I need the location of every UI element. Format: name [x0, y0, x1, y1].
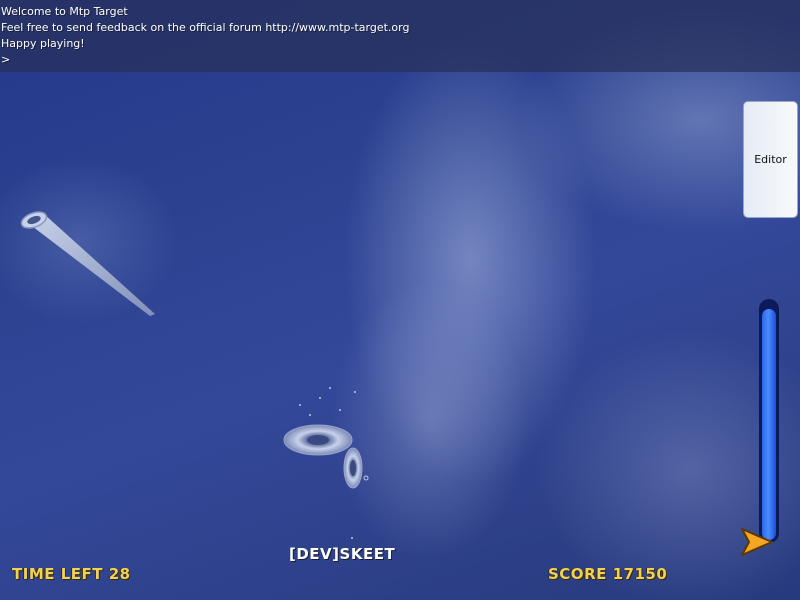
launch-ramp — [20, 211, 155, 316]
sparkle-particles — [299, 387, 369, 539]
player-name-label: [DEV]SKEET — [289, 545, 396, 563]
console-line: Welcome to Mtp Target — [1, 5, 128, 18]
speed-bar — [760, 300, 778, 542]
time-left-label: TIME LEFT 28 — [12, 565, 131, 583]
console-line: Happy playing! — [1, 37, 85, 50]
console-line: Feel free to send feedback on the offici… — [1, 21, 410, 34]
target-ring-small — [343, 447, 363, 489]
world-layer — [20, 211, 369, 539]
speed-bar-fill — [762, 309, 776, 540]
target-ring-large — [283, 424, 353, 456]
editor-button-label: Editor — [754, 153, 787, 166]
editor-button[interactable]: Editor — [743, 101, 798, 218]
speed-pointer-icon — [741, 528, 773, 556]
game-viewport: Welcome to Mtp Target Feel free to send … — [0, 0, 800, 600]
score-label: SCORE 17150 — [548, 565, 668, 583]
console-input-prompt[interactable]: > — [0, 52, 800, 68]
chat-console[interactable]: Welcome to Mtp Target Feel free to send … — [0, 0, 800, 72]
